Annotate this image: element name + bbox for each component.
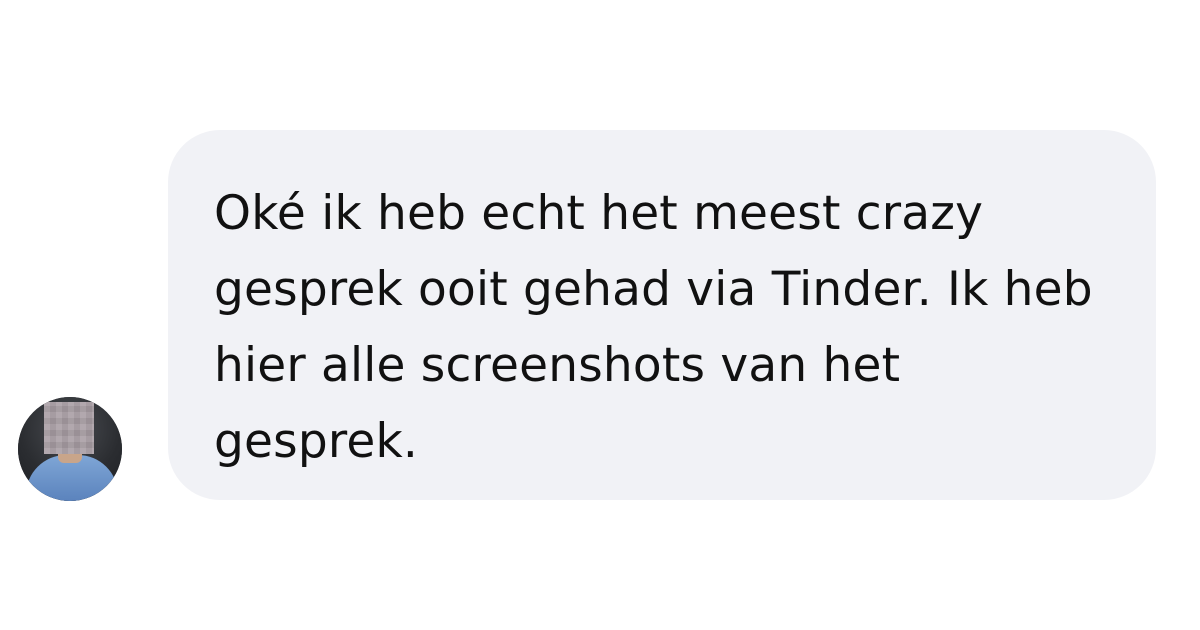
message-text: Oké ik heb echt het meest crazy gesprek … (214, 186, 1093, 469)
avatar-face-blur (44, 402, 94, 454)
sender-avatar[interactable] (18, 397, 122, 501)
chat-message-row: Oké ik heb echt het meest crazy gesprek … (0, 0, 1200, 630)
message-bubble[interactable]: Oké ik heb echt het meest crazy gesprek … (168, 130, 1156, 500)
